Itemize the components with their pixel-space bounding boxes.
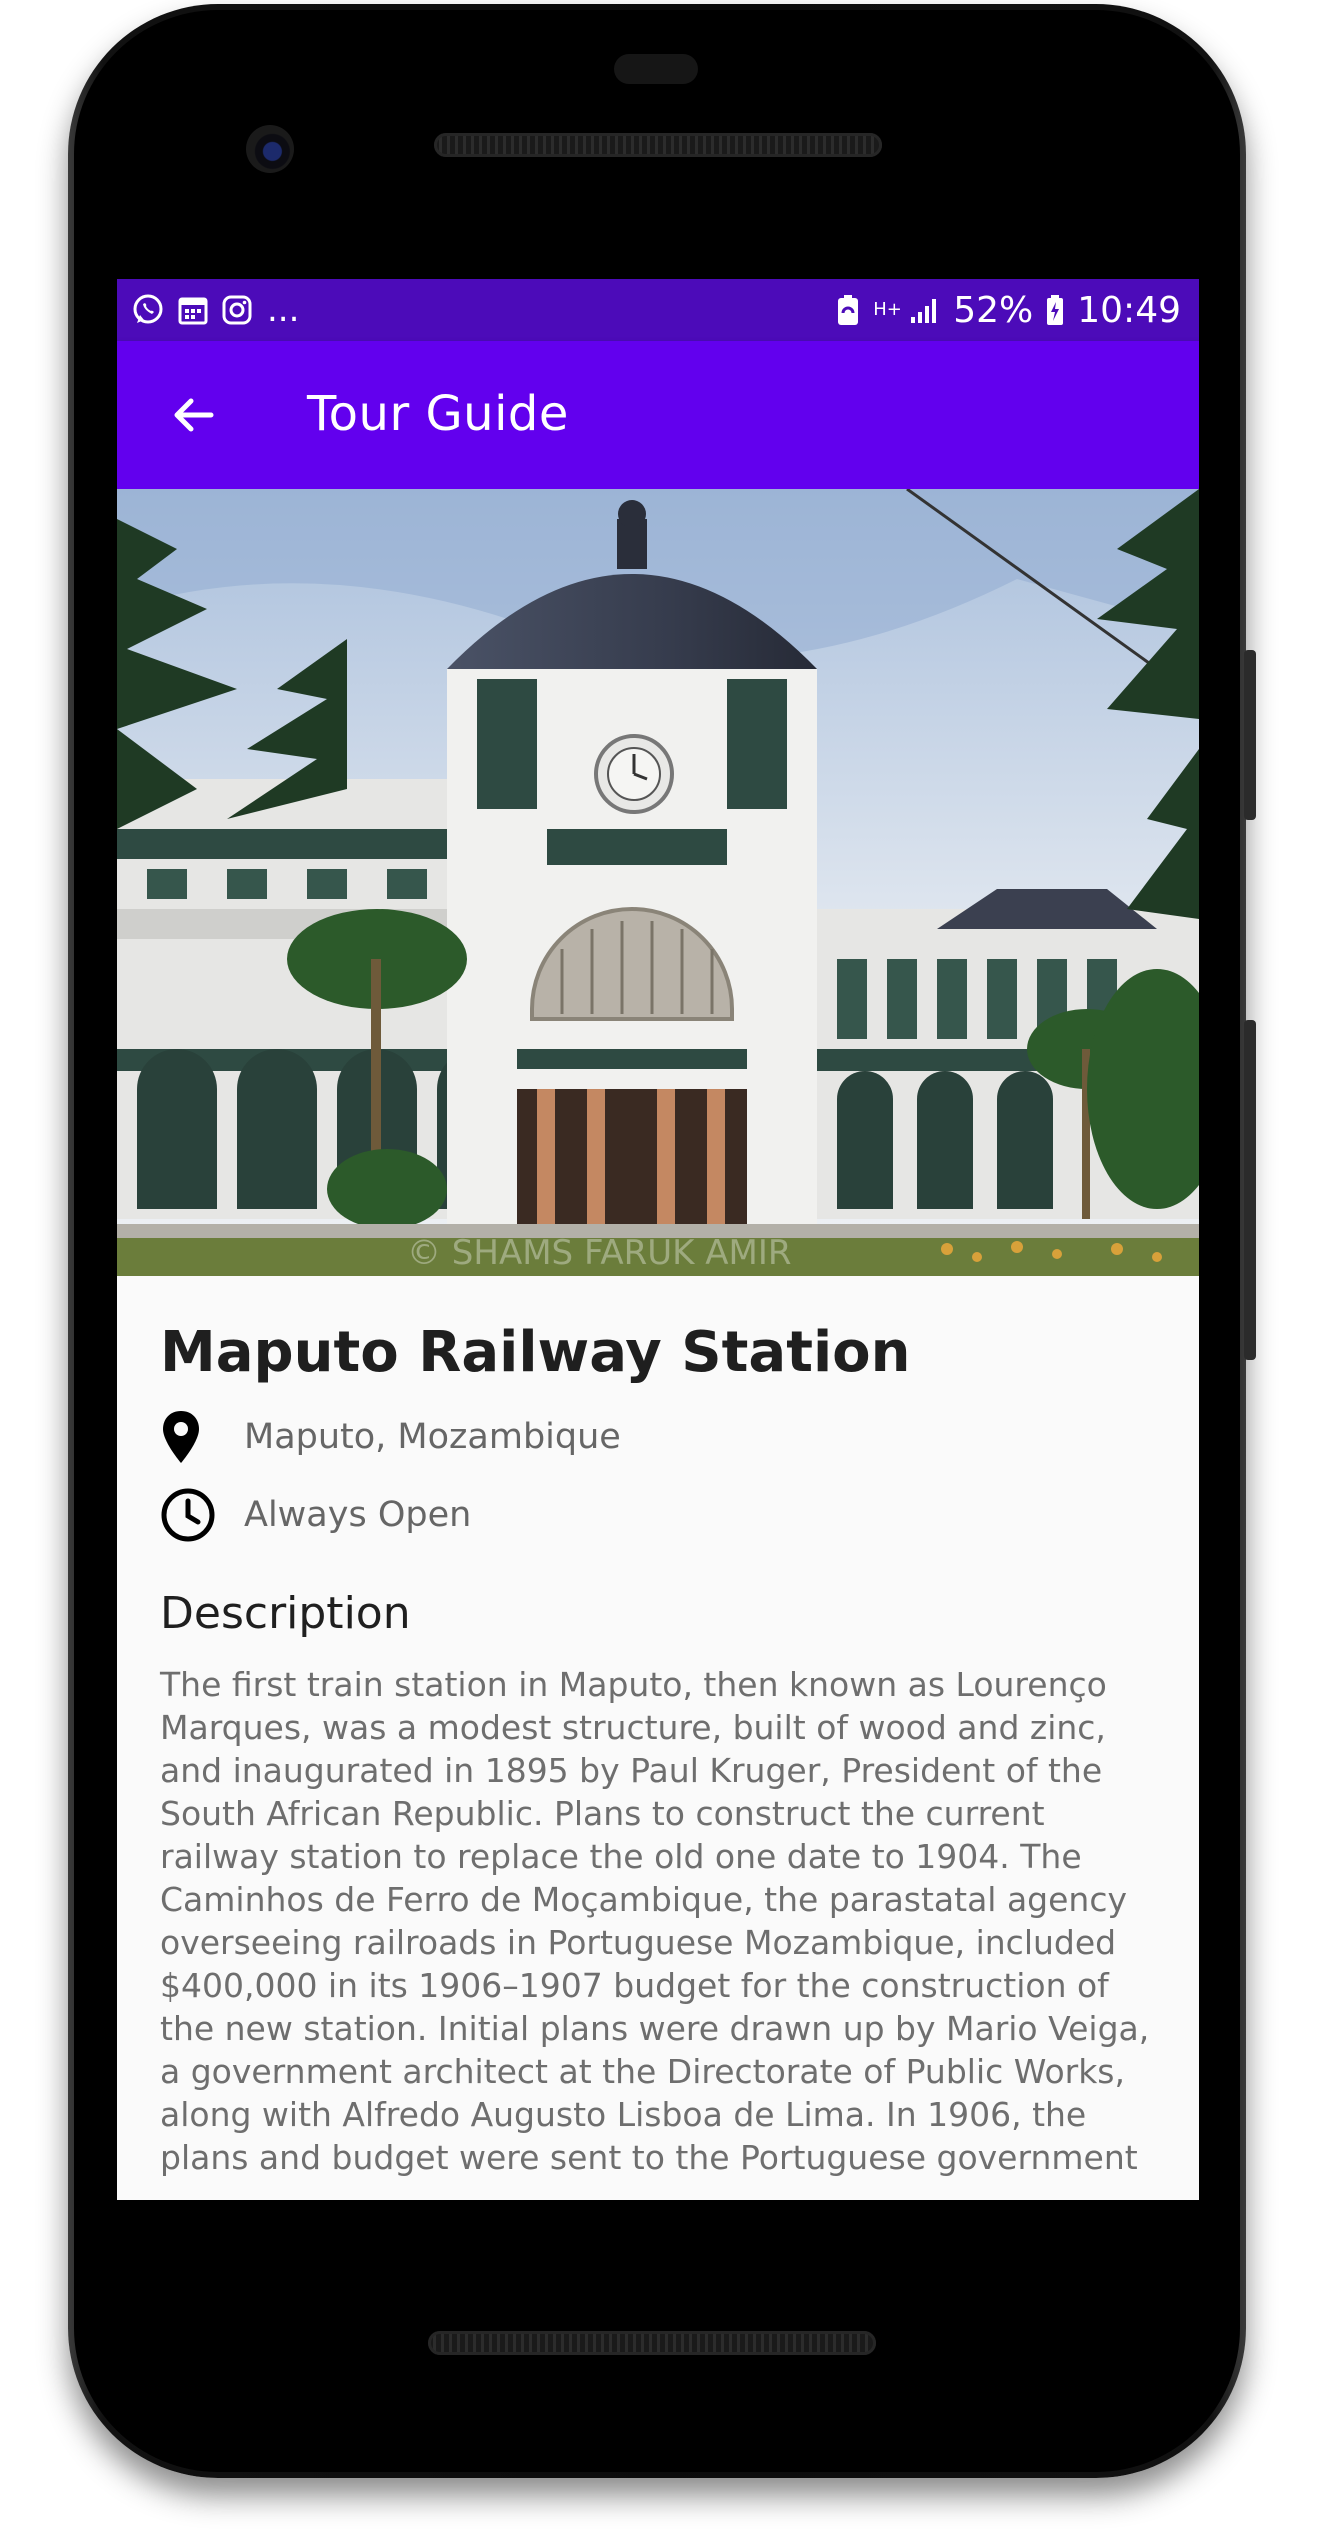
earpiece-slot [614,54,698,84]
location-text: Maputo, Mozambique [244,1417,621,1458]
place-details: Maputo Railway Station Maputo, Mozambiqu… [160,1319,1169,2179]
location-row: Maputo, Mozambique [160,1406,1169,1468]
power-button [1244,1020,1256,1360]
network-type-label: H+ [873,299,902,320]
description-heading: Description [160,1588,411,1640]
place-photo: © SHAMS FARUK AMIR [117,489,1199,1276]
battery-percent: 52% [953,289,1034,331]
location-pin-icon [160,1406,220,1468]
signal-strength-icon [909,295,941,325]
hours-text: Always Open [244,1495,472,1536]
whatsapp-icon [131,293,165,327]
clock-time: 10:49 [1077,289,1181,331]
battery-charging-icon [1045,293,1065,327]
app-bar: Tour Guide [117,341,1199,489]
calendar-icon [177,294,209,326]
app-screen: ... H+ 52% 10:49 Tour Guide © SHAMS FARU… [117,279,1199,2200]
hours-row: Always Open [160,1484,1169,1546]
status-bar: ... H+ 52% 10:49 [117,279,1199,341]
app-bar-title: Tour Guide [307,386,569,442]
bottom-speaker-grille [428,2331,876,2355]
top-speaker-grille [434,133,882,157]
description-text: The first train station in Maputo, then … [160,1665,1150,2178]
battery-saver-icon [835,293,861,327]
more-notifications-indicator: ... [267,290,300,330]
place-title: Maputo Railway Station [160,1320,911,1385]
photo-watermark: © SHAMS FARUK AMIR [407,1233,792,1273]
volume-button [1244,650,1256,820]
front-camera [246,125,294,173]
arrow-left-icon[interactable] [167,389,219,441]
instagram-icon [221,294,253,326]
clock-icon [160,1484,220,1546]
